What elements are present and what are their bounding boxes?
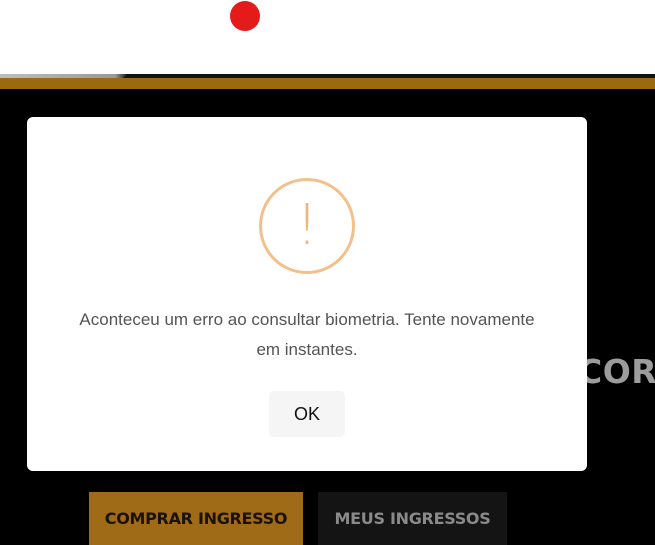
error-message: Aconteceu um erro ao consultar biometria…: [79, 310, 535, 359]
background-heading: CORR: [578, 352, 655, 391]
buy-ticket-button[interactable]: COMPRAR INGRESSO: [89, 492, 303, 545]
warning-icon: !: [259, 178, 355, 274]
notification-dot-icon: [230, 1, 260, 31]
page: CORR COMPRAR INGRESSO MEUS INGRESSOS ! A…: [0, 0, 655, 545]
ok-button[interactable]: OK: [269, 391, 345, 437]
top-header: [0, 0, 655, 74]
warning-icon-glyph: !: [295, 193, 319, 258]
accent-bar: [0, 78, 655, 89]
error-dialog: ! Aconteceu um erro ao consultar biometr…: [27, 117, 587, 471]
my-tickets-button[interactable]: MEUS INGRESSOS: [318, 492, 507, 545]
